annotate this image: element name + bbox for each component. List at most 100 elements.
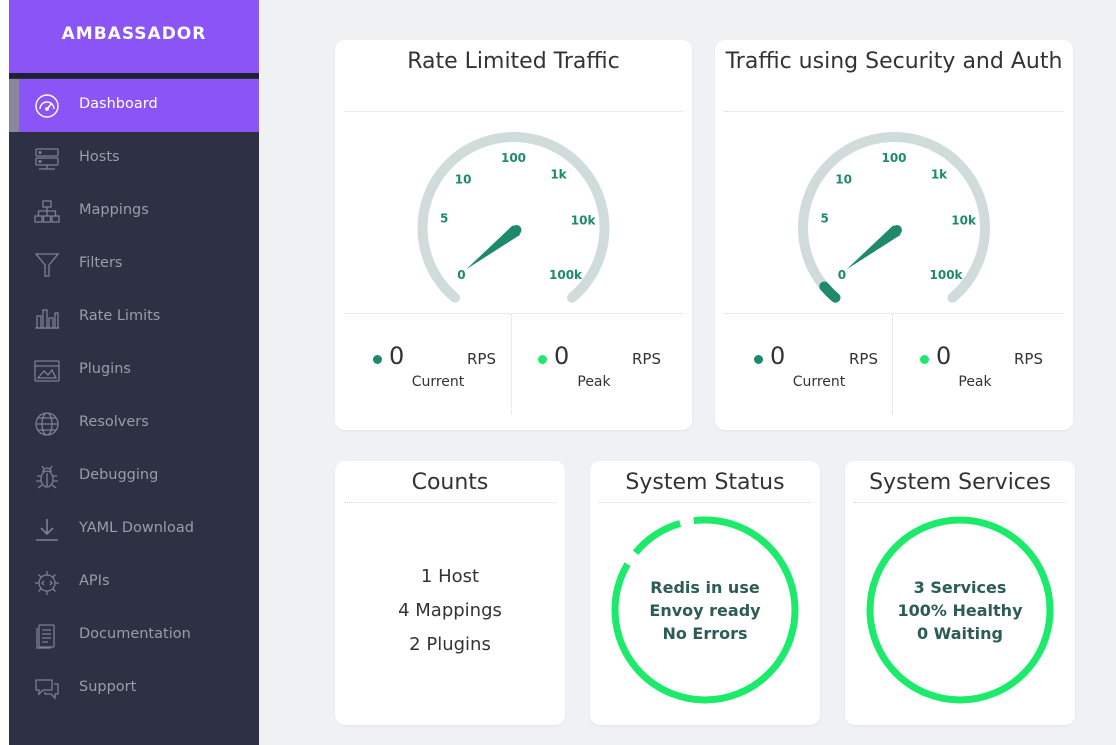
gauge-scale-label: 0 xyxy=(838,268,846,282)
sitemap-icon xyxy=(33,198,61,226)
gauge-scale-label: 100k xyxy=(930,268,964,282)
services-waiting: 0 Waiting xyxy=(916,624,1004,643)
bug-icon xyxy=(33,463,61,491)
speedometer-icon xyxy=(33,92,61,120)
card-title: Rate Limited Traffic xyxy=(407,49,620,74)
current-label: Current xyxy=(792,374,846,390)
status-line-errors: No Errors xyxy=(662,624,748,643)
sidebar-item-filters[interactable]: Filters xyxy=(9,238,259,291)
logo-area[interactable]: AMBASSADOR xyxy=(9,0,259,73)
plugin-count: 2 Plugins xyxy=(409,634,491,655)
sidebar-item-support[interactable]: Support xyxy=(9,662,259,715)
document-icon xyxy=(33,622,61,650)
gauge-scale-label: 10 xyxy=(835,172,852,186)
sidebar-item-label: Dashboard xyxy=(79,96,158,112)
sidebar-item-mappings[interactable]: Mappings xyxy=(9,185,259,238)
bar-chart-icon xyxy=(33,304,61,332)
sidebar-item-plugins[interactable]: Plugins xyxy=(9,344,259,397)
current-rps-unit: RPS xyxy=(467,350,496,368)
current-dot xyxy=(373,355,382,364)
security-auth-traffic-card: Traffic using Security and Auth 0 5 10 100 1… xyxy=(715,40,1073,430)
sidebar-item-hosts[interactable]: Hosts xyxy=(9,132,259,185)
sidebar-item-label: APIs xyxy=(79,573,110,589)
left-edge-strip xyxy=(0,0,9,745)
divider xyxy=(892,314,893,414)
current-rps-value: 0 xyxy=(389,342,405,370)
peak-dot xyxy=(538,355,547,364)
gauge-scale-label: 10k xyxy=(571,214,597,228)
peak-rps-unit: RPS xyxy=(632,350,661,368)
sidebar-item-label: Support xyxy=(79,679,137,695)
peak-rps-unit: RPS xyxy=(1014,350,1043,368)
card-title: System Status xyxy=(625,470,785,495)
sidebar-item-label: YAML Download xyxy=(79,520,194,536)
divider xyxy=(344,313,683,314)
divider xyxy=(511,314,512,414)
card-title: Traffic using Security and Auth xyxy=(725,49,1063,74)
sidebar-item-yaml-download[interactable]: YAML Download xyxy=(9,503,259,556)
download-icon xyxy=(33,516,61,544)
gauge-scale-label: 5 xyxy=(440,211,448,225)
gauge-scale-label: 5 xyxy=(821,211,829,225)
divider xyxy=(344,502,556,503)
card-title: Counts xyxy=(411,470,489,495)
chat-icon xyxy=(33,675,61,703)
sidebar-item-label: Mappings xyxy=(79,202,149,218)
sidebar-item-documentation[interactable]: Documentation xyxy=(9,609,259,662)
sidebar-item-label: Rate Limits xyxy=(79,308,161,324)
counts-card: Counts 1 Host 4 Mappings 2 Plugins xyxy=(335,461,565,725)
host-count: 1 Host xyxy=(420,566,480,587)
gauge-scale-label: 100 xyxy=(501,151,526,165)
status-line-redis: Redis in use xyxy=(650,578,760,597)
current-rps-value: 0 xyxy=(770,342,786,370)
ambassador-logo: AMBASSADOR xyxy=(61,24,207,44)
gauge-scale-label: 1k xyxy=(931,167,948,181)
current-dot xyxy=(754,355,763,364)
status-line-envoy: Envoy ready xyxy=(649,601,761,620)
system-services-card: System Services 3 Services 100% Healthy … xyxy=(845,461,1075,725)
sidebar-item-rate-limits[interactable]: Rate Limits xyxy=(9,291,259,344)
gauge-scale-label: 10 xyxy=(455,172,472,186)
peak-rps-value: 0 xyxy=(936,342,952,370)
sidebar-item-debugging[interactable]: Debugging xyxy=(9,450,259,503)
current-rps-unit: RPS xyxy=(849,350,878,368)
traffic-gauge: 0 5 10 100 1k 10k 100k xyxy=(798,132,990,303)
divider xyxy=(724,111,1064,112)
plugin-window-icon xyxy=(33,357,61,385)
traffic-gauge: 0 5 10 100 1k 10k 100k xyxy=(417,132,610,303)
divider xyxy=(599,502,811,503)
sidebar: AMBASSADOR Dashboard Hosts Mappings Filt… xyxy=(9,0,259,745)
sidebar-item-label: Plugins xyxy=(79,361,131,377)
gauge-scale-label: 10k xyxy=(951,214,977,228)
peak-label: Peak xyxy=(577,374,611,390)
sidebar-item-label: Hosts xyxy=(79,149,120,165)
card-title: System Services xyxy=(869,470,1051,495)
divider xyxy=(724,313,1064,314)
active-accent xyxy=(9,79,19,132)
sidebar-item-label: Resolvers xyxy=(79,414,149,430)
gauge-value-fill xyxy=(819,281,841,303)
globe-icon xyxy=(33,410,61,438)
api-gear-icon xyxy=(33,569,61,597)
system-status-card: System Status Redis in use Envoy ready N… xyxy=(590,461,820,725)
gauge-scale-label: 0 xyxy=(457,268,465,282)
sidebar-item-dashboard[interactable]: Dashboard xyxy=(9,79,259,132)
sidebar-item-resolvers[interactable]: Resolvers xyxy=(9,397,259,450)
peak-rps-value: 0 xyxy=(554,342,570,370)
sidebar-item-apis[interactable]: APIs xyxy=(9,556,259,609)
peak-dot xyxy=(920,355,929,364)
logo-divider xyxy=(9,73,259,78)
gauge-scale-label: 100k xyxy=(549,268,583,282)
sidebar-item-label: Documentation xyxy=(79,626,191,642)
sidebar-item-label: Filters xyxy=(79,255,123,271)
divider xyxy=(344,111,683,112)
rate-limited-traffic-card: Rate Limited Traffic 0 5 10 100 1k 10k 100k 0 … xyxy=(335,40,692,430)
server-icon xyxy=(33,145,61,173)
gauge-hub xyxy=(892,225,902,235)
divider xyxy=(854,502,1066,503)
peak-label: Peak xyxy=(958,374,992,390)
current-label: Current xyxy=(411,374,465,390)
sidebar-item-label: Debugging xyxy=(79,467,159,483)
services-count: 3 Services xyxy=(913,578,1007,597)
gauge-scale-label: 1k xyxy=(550,167,567,181)
